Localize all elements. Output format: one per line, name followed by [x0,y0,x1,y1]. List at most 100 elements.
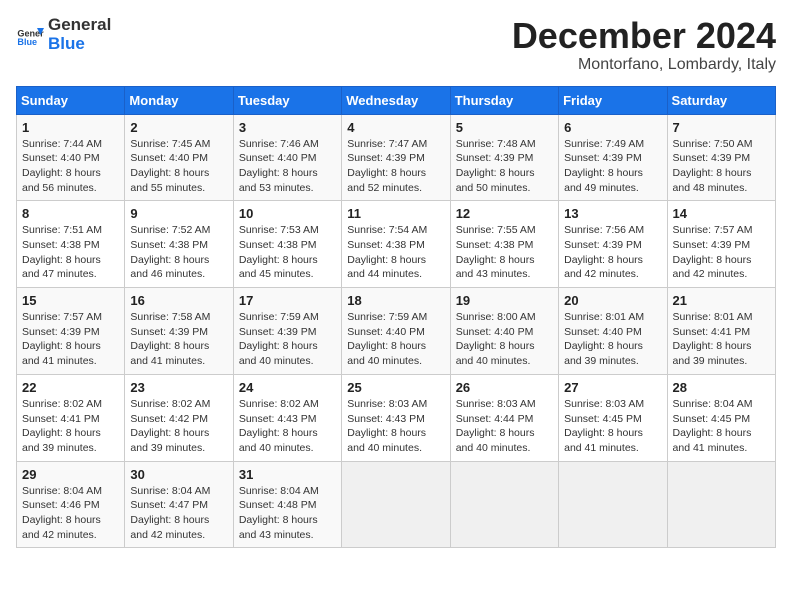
day-detail: Sunrise: 7:45 AMSunset: 4:40 PMDaylight:… [130,137,227,196]
day-detail: Sunrise: 8:02 AMSunset: 4:42 PMDaylight:… [130,397,227,456]
calendar-cell: 7Sunrise: 7:50 AMSunset: 4:39 PMDaylight… [667,114,775,201]
day-detail: Sunrise: 8:00 AMSunset: 4:40 PMDaylight:… [456,310,553,369]
day-detail: Sunrise: 7:58 AMSunset: 4:39 PMDaylight:… [130,310,227,369]
calendar-week-row: 29 Sunrise: 8:04 AMSunset: 4:46 PMDayligh… [17,461,776,548]
calendar-cell: 5 Sunrise: 7:48 AMSunset: 4:39 PMDaylight… [450,114,558,201]
calendar-cell: 31Sunrise: 8:04 AMSunset: 4:48 PMDayligh… [233,461,341,548]
calendar-cell: 1Sunrise: 7:44 AMSunset: 4:40 PMDaylight… [17,114,125,201]
day-number: 12 [456,206,553,221]
day-number: 23 [130,380,227,395]
day-number: 26 [456,380,553,395]
day-detail: Sunrise: 7:57 AMSunset: 4:39 PMDaylight:… [673,223,770,282]
calendar-cell: 20Sunrise: 8:01 AMSunset: 4:40 PMDayligh… [559,288,667,375]
day-number: 30 [130,467,227,482]
logo-blue-text: Blue [48,35,111,54]
calendar-cell: 26 Sunrise: 8:03 AMSunset: 4:44 PMDayligh… [450,374,558,461]
day-detail: Sunrise: 7:47 AMSunset: 4:39 PMDaylight:… [347,137,444,196]
col-saturday: Saturday [667,86,775,114]
day-detail: Sunrise: 8:02 AMSunset: 4:41 PMDaylight:… [22,397,119,456]
calendar-cell: 4 Sunrise: 7:47 AMSunset: 4:39 PMDaylight… [342,114,450,201]
month-title: December 2024 [512,16,776,56]
calendar-cell: 8 Sunrise: 7:51 AMSunset: 4:38 PMDaylight… [17,201,125,288]
day-number: 9 [130,206,227,221]
title-block: December 2024 Montorfano, Lombardy, Ital… [512,16,776,74]
day-number: 7 [673,120,770,135]
calendar-week-row: 1Sunrise: 7:44 AMSunset: 4:40 PMDaylight… [17,114,776,201]
day-number: 19 [456,293,553,308]
day-detail: Sunrise: 8:03 AMSunset: 4:43 PMDaylight:… [347,397,444,456]
day-number: 27 [564,380,661,395]
day-number: 17 [239,293,336,308]
calendar-cell: 16 Sunrise: 7:58 AMSunset: 4:39 PMDayligh… [125,288,233,375]
calendar-cell: 9 Sunrise: 7:52 AMSunset: 4:38 PMDaylight… [125,201,233,288]
calendar-cell: 12Sunrise: 7:55 AMSunset: 4:38 PMDayligh… [450,201,558,288]
calendar-week-row: 15Sunrise: 7:57 AMSunset: 4:39 PMDayligh… [17,288,776,375]
col-thursday: Thursday [450,86,558,114]
day-number: 24 [239,380,336,395]
calendar-cell: 19 Sunrise: 8:00 AMSunset: 4:40 PMDayligh… [450,288,558,375]
day-number: 5 [456,120,553,135]
day-detail: Sunrise: 7:59 AMSunset: 4:39 PMDaylight:… [239,310,336,369]
col-monday: Monday [125,86,233,114]
day-detail: Sunrise: 7:52 AMSunset: 4:38 PMDaylight:… [130,223,227,282]
svg-text:Blue: Blue [17,36,37,46]
calendar-cell: 24Sunrise: 8:02 AMSunset: 4:43 PMDayligh… [233,374,341,461]
page-header: General Blue General Blue December 2024 … [16,16,776,74]
day-number: 8 [22,206,119,221]
calendar-cell: 18Sunrise: 7:59 AMSunset: 4:40 PMDayligh… [342,288,450,375]
day-detail: Sunrise: 7:53 AMSunset: 4:38 PMDaylight:… [239,223,336,282]
calendar-cell [559,461,667,548]
day-detail: Sunrise: 7:51 AMSunset: 4:38 PMDaylight:… [22,223,119,282]
day-detail: Sunrise: 8:03 AMSunset: 4:44 PMDaylight:… [456,397,553,456]
day-detail: Sunrise: 7:49 AMSunset: 4:39 PMDaylight:… [564,137,661,196]
calendar-cell: 30Sunrise: 8:04 AMSunset: 4:47 PMDayligh… [125,461,233,548]
day-number: 29 [22,467,119,482]
day-number: 22 [22,380,119,395]
day-detail: Sunrise: 8:03 AMSunset: 4:45 PMDaylight:… [564,397,661,456]
calendar-cell: 28 Sunrise: 8:04 AMSunset: 4:45 PMDayligh… [667,374,775,461]
calendar-cell: 27 Sunrise: 8:03 AMSunset: 4:45 PMDayligh… [559,374,667,461]
day-detail: Sunrise: 8:04 AMSunset: 4:45 PMDaylight:… [673,397,770,456]
calendar-cell: 25 Sunrise: 8:03 AMSunset: 4:43 PMDayligh… [342,374,450,461]
calendar-cell: 6 Sunrise: 7:49 AMSunset: 4:39 PMDaylight… [559,114,667,201]
day-detail: Sunrise: 7:46 AMSunset: 4:40 PMDaylight:… [239,137,336,196]
calendar-cell: 3 Sunrise: 7:46 AMSunset: 4:40 PMDaylight… [233,114,341,201]
day-number: 20 [564,293,661,308]
calendar-header-row: Sunday Monday Tuesday Wednesday Thursday… [17,86,776,114]
day-number: 13 [564,206,661,221]
calendar-cell [450,461,558,548]
calendar-cell: 15Sunrise: 7:57 AMSunset: 4:39 PMDayligh… [17,288,125,375]
day-detail: Sunrise: 8:04 AMSunset: 4:46 PMDaylight:… [22,484,119,543]
col-tuesday: Tuesday [233,86,341,114]
logo-general-text: General [48,16,111,35]
calendar-week-row: 8 Sunrise: 7:51 AMSunset: 4:38 PMDaylight… [17,201,776,288]
day-number: 21 [673,293,770,308]
day-number: 6 [564,120,661,135]
day-number: 25 [347,380,444,395]
day-number: 10 [239,206,336,221]
day-number: 14 [673,206,770,221]
day-number: 2 [130,120,227,135]
day-number: 16 [130,293,227,308]
col-friday: Friday [559,86,667,114]
calendar-table: Sunday Monday Tuesday Wednesday Thursday… [16,86,776,549]
day-number: 4 [347,120,444,135]
day-detail: Sunrise: 8:04 AMSunset: 4:48 PMDaylight:… [239,484,336,543]
day-number: 11 [347,206,444,221]
calendar-cell: 17 Sunrise: 7:59 AMSunset: 4:39 PMDayligh… [233,288,341,375]
day-detail: Sunrise: 7:56 AMSunset: 4:39 PMDaylight:… [564,223,661,282]
calendar-cell: 10 Sunrise: 7:53 AMSunset: 4:38 PMDayligh… [233,201,341,288]
calendar-cell: 13 Sunrise: 7:56 AMSunset: 4:39 PMDayligh… [559,201,667,288]
day-detail: Sunrise: 8:01 AMSunset: 4:41 PMDaylight:… [673,310,770,369]
calendar-cell: 14 Sunrise: 7:57 AMSunset: 4:39 PMDayligh… [667,201,775,288]
day-number: 18 [347,293,444,308]
day-detail: Sunrise: 7:48 AMSunset: 4:39 PMDaylight:… [456,137,553,196]
calendar-cell: 29 Sunrise: 8:04 AMSunset: 4:46 PMDayligh… [17,461,125,548]
calendar-cell: 23 Sunrise: 8:02 AMSunset: 4:42 PMDayligh… [125,374,233,461]
day-detail: Sunrise: 7:44 AMSunset: 4:40 PMDaylight:… [22,137,119,196]
day-number: 3 [239,120,336,135]
calendar-cell: 2 Sunrise: 7:45 AMSunset: 4:40 PMDaylight… [125,114,233,201]
day-detail: Sunrise: 7:57 AMSunset: 4:39 PMDaylight:… [22,310,119,369]
day-number: 28 [673,380,770,395]
calendar-week-row: 22 Sunrise: 8:02 AMSunset: 4:41 PMDayligh… [17,374,776,461]
